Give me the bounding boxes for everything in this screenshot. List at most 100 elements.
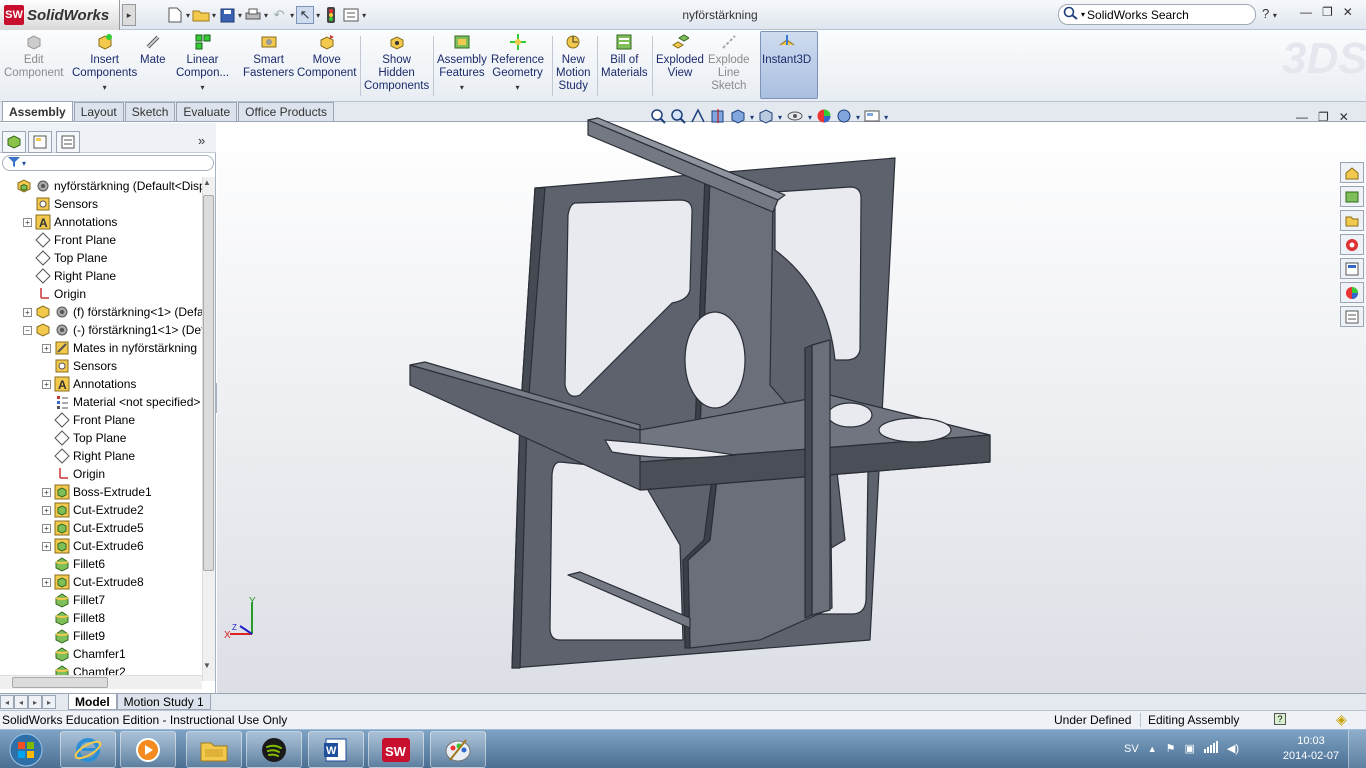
tree-node[interactable]: + Cut-Extrude8 — [0, 573, 202, 591]
tree-node[interactable]: Front Plane — [0, 231, 202, 249]
search-icon[interactable] — [1063, 6, 1079, 23]
new-motion-study-button[interactable]: New Motion Study — [556, 32, 591, 100]
close-icon[interactable]: ✕ — [1343, 5, 1353, 19]
panel-expand-icon[interactable]: » — [198, 133, 205, 148]
search-box[interactable]: ▾ SolidWorks Search — [1058, 4, 1256, 25]
tags-icon[interactable]: ◈ — [1336, 711, 1347, 728]
edit-component-button[interactable]: Edit Component — [4, 32, 63, 100]
save-dropdown-icon[interactable]: ▾ — [238, 11, 242, 20]
tree-node[interactable]: Origin — [0, 285, 202, 303]
tab-office-products[interactable]: Office Products — [238, 102, 334, 121]
tree-horizontal-scrollbar[interactable] — [0, 675, 202, 689]
volume-icon[interactable]: ◀) — [1227, 742, 1239, 755]
tree-node[interactable]: Chamfer1 — [0, 645, 202, 663]
show-hidden-icons-icon[interactable]: ▲ — [1148, 744, 1157, 754]
tree-node[interactable]: Right Plane — [0, 447, 202, 465]
exploded-view-button[interactable]: Exploded View — [656, 32, 704, 100]
doc-minimize-icon[interactable]: — — [1296, 110, 1308, 124]
command-dropdown-icon[interactable]: ▾ — [516, 81, 520, 94]
rebuild-icon[interactable] — [322, 6, 340, 24]
doc-close-icon[interactable]: ✕ — [1339, 110, 1349, 124]
tree-node[interactable]: + Cut-Extrude5 — [0, 519, 202, 537]
tree-node[interactable]: Material <not specified> — [0, 393, 202, 411]
language-indicator[interactable]: SV — [1124, 743, 1139, 755]
explode-line-sketch-button[interactable]: Explode Line Sketch — [708, 32, 750, 100]
tree-node[interactable]: Sensors — [0, 195, 202, 213]
status-help-icon[interactable]: ? — [1274, 713, 1286, 725]
tree-node[interactable]: Fillet6 — [0, 555, 202, 573]
tree-node[interactable]: + Boss-Extrude1 — [0, 483, 202, 501]
expand-icon[interactable]: + — [42, 505, 51, 515]
search-dropdown-icon[interactable]: ▾ — [1081, 10, 1085, 19]
undo-dropdown-icon[interactable]: ▾ — [290, 11, 294, 20]
tree-node[interactable]: Fillet9 — [0, 627, 202, 645]
feature-manager-tab-icon[interactable] — [2, 131, 26, 153]
new-document-icon[interactable] — [166, 6, 184, 24]
clock[interactable]: 10:03 2014-02-07 — [1282, 734, 1340, 764]
tree-node[interactable]: Fillet8 — [0, 609, 202, 627]
taskbar-solidworks[interactable]: SW — [368, 731, 424, 768]
action-center-flag-icon[interactable]: ⚑ — [1166, 742, 1176, 755]
mate-button[interactable]: Mate — [140, 32, 166, 100]
taskbar-media-player[interactable] — [120, 731, 176, 768]
collapse-icon[interactable]: − — [23, 325, 32, 335]
appearances-icon[interactable] — [1340, 258, 1364, 279]
new-dropdown-icon[interactable]: ▾ — [186, 11, 190, 20]
scenes-icon[interactable] — [1340, 282, 1364, 303]
first-tab-icon[interactable]: ◂ — [0, 695, 14, 709]
show-desktop-button[interactable] — [1348, 730, 1366, 768]
linear-compon-button[interactable]: Linear Compon... ▾ — [176, 32, 229, 100]
show-hidden-components-button[interactable]: Show Hidden Components — [364, 32, 429, 100]
custom-properties-icon[interactable] — [1340, 306, 1364, 327]
minimize-icon[interactable]: — — [1300, 5, 1312, 19]
tab-sketch[interactable]: Sketch — [124, 102, 176, 121]
start-button[interactable] — [2, 731, 50, 768]
next-tab-icon[interactable]: ▸ — [28, 695, 42, 709]
assembly-features-button[interactable]: Assembly Features ▾ — [437, 32, 487, 100]
tree-node[interactable]: Sensors — [0, 357, 202, 375]
select-icon[interactable]: ↖ — [296, 6, 315, 24]
expand-icon[interactable]: + — [42, 487, 51, 497]
tree-scroll-thumb[interactable] — [203, 195, 214, 571]
tree-node[interactable]: + A Annotations — [0, 375, 202, 393]
usb-device-icon[interactable]: ▣ — [1184, 742, 1194, 755]
open-dropdown-icon[interactable]: ▾ — [212, 11, 216, 20]
assembly-model[interactable] — [380, 115, 1020, 675]
expand-icon[interactable]: + — [42, 343, 51, 353]
tree-node[interactable]: + A Annotations — [0, 213, 202, 231]
taskbar-word[interactable]: W — [308, 731, 364, 768]
solidworks-resources-icon[interactable] — [1340, 162, 1364, 183]
save-icon[interactable] — [218, 6, 236, 24]
insert-components-button[interactable]: Insert Components ▾ — [72, 32, 137, 100]
tree-node[interactable]: Top Plane — [0, 429, 202, 447]
taskbar-paint[interactable] — [430, 731, 486, 768]
expand-icon[interactable]: + — [23, 217, 32, 227]
last-tab-icon[interactable]: ▸ — [42, 695, 56, 709]
menu-expand-arrow[interactable]: ▸ — [122, 4, 136, 26]
tree-node[interactable]: + (f) förstärkning<1> (Defaul — [0, 303, 202, 321]
file-explorer-icon[interactable] — [1340, 210, 1364, 231]
expand-icon[interactable]: + — [23, 307, 32, 317]
configuration-manager-tab-icon[interactable] — [56, 131, 80, 153]
tree-node[interactable]: + Cut-Extrude6 — [0, 537, 202, 555]
options-dropdown-icon[interactable]: ▾ — [362, 11, 366, 20]
tree-node[interactable]: Top Plane — [0, 249, 202, 267]
move-component-button[interactable]: Move Component — [297, 32, 356, 100]
view-palette-icon[interactable] — [1340, 234, 1364, 255]
tree-node[interactable]: + Mates in nyförstärkning — [0, 339, 202, 357]
bill-of-materials-button[interactable]: Bill of Materials — [601, 32, 648, 100]
tab-assembly[interactable]: Assembly — [2, 101, 73, 121]
tree-node[interactable]: nyförstärkning (Default<Displ — [0, 177, 202, 195]
expand-icon[interactable]: + — [42, 541, 51, 551]
prev-tab-icon[interactable]: ◂ — [14, 695, 28, 709]
solidworks-menu-button[interactable]: SW SolidWorks — [0, 0, 120, 30]
open-folder-icon[interactable] — [192, 6, 210, 24]
tree-node[interactable]: Origin — [0, 465, 202, 483]
filter-dropdown-icon[interactable]: ▾ — [22, 159, 26, 168]
scroll-up-icon[interactable]: ▲ — [203, 178, 211, 187]
print-icon[interactable] — [244, 6, 262, 24]
help-button[interactable]: ? ▾ — [1262, 6, 1277, 21]
tree-node[interactable]: Right Plane — [0, 267, 202, 285]
expand-icon[interactable]: + — [42, 577, 51, 587]
options-icon[interactable] — [342, 6, 360, 24]
